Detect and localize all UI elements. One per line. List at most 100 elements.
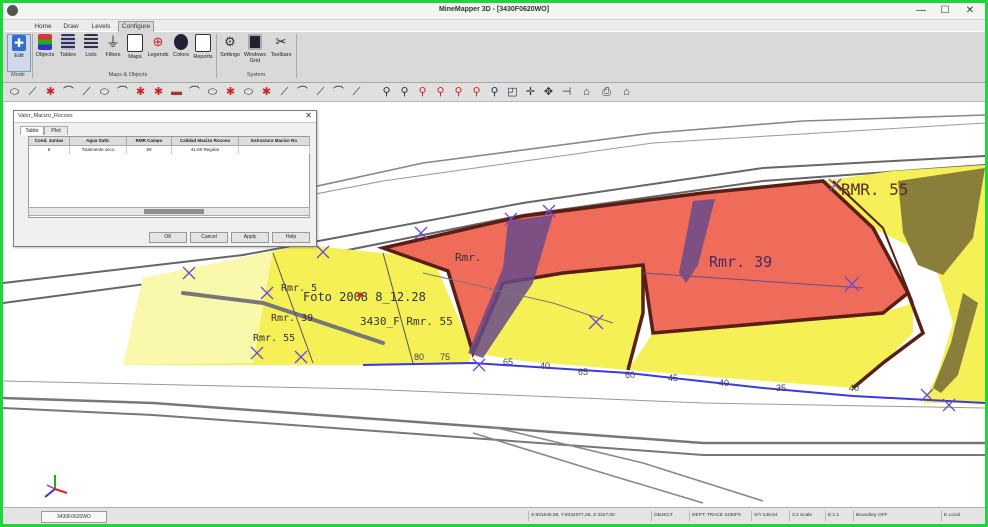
tab-plot[interactable]: Plot xyxy=(44,126,68,135)
cancel-button[interactable]: Cancel xyxy=(190,232,228,243)
objects-icon xyxy=(38,34,52,50)
help-button[interactable]: Help xyxy=(272,232,310,243)
group-maps-objects-label: Maps & Objects xyxy=(108,72,148,78)
reports-button[interactable]: Reports xyxy=(192,34,214,70)
objects-label: Objects xyxy=(35,52,55,58)
status-boundary: Boundary OFF xyxy=(853,511,906,521)
zoom-out-icon[interactable]: ⚲ xyxy=(397,85,412,99)
windows-grid-button[interactable]: Windows Grid xyxy=(243,34,267,70)
tables-button[interactable]: Tables xyxy=(58,34,78,70)
objects-button[interactable]: Objects xyxy=(35,34,55,70)
group-system-label: System xyxy=(246,72,266,78)
menu-bar: Home Draw Levels Configure xyxy=(3,20,985,32)
select-icon[interactable]: ◰ xyxy=(505,85,520,99)
apply-button[interactable]: Apply xyxy=(231,232,269,243)
tab-table[interactable]: Table xyxy=(20,126,44,135)
scrollbar-thumb[interactable] xyxy=(144,209,204,214)
star-icon[interactable]: ✱ xyxy=(133,85,148,99)
move-icon[interactable]: ✛ xyxy=(523,85,538,99)
windows-grid-icon xyxy=(248,34,262,50)
arc-icon[interactable]: ⌒ xyxy=(61,85,76,99)
colors-button[interactable]: Colors xyxy=(171,34,191,70)
zoom-window-icon[interactable]: ⚲ xyxy=(415,85,430,99)
column-header: RMR Campo xyxy=(127,137,172,146)
group-mode-label: Mode xyxy=(11,72,25,78)
minimize-button[interactable]: — xyxy=(909,4,933,17)
outline-line xyxy=(472,432,704,504)
polyline-icon[interactable]: ⟋ xyxy=(79,85,94,99)
pan-icon[interactable]: ✥ xyxy=(541,85,556,99)
curve-icon[interactable]: ⌒ xyxy=(115,85,130,99)
maps-button[interactable]: Maps xyxy=(125,34,145,70)
ellipse-icon[interactable]: ⬭ xyxy=(97,85,112,99)
marker-icon[interactable]: ✱ xyxy=(151,85,166,99)
zoom-scale-icon[interactable]: ⚲ xyxy=(487,85,502,99)
print-icon[interactable]: ⎙ xyxy=(599,85,614,99)
horizontal-scrollbar[interactable] xyxy=(28,207,310,216)
dip-value: 75 xyxy=(440,352,450,362)
dip-value: 40 xyxy=(849,383,859,393)
dip-value: 65 xyxy=(503,357,513,367)
status-mode: OBJECT xyxy=(651,511,690,521)
table-cell[interactable]: 6 xyxy=(29,146,70,154)
zoom-in-icon[interactable]: ⚲ xyxy=(379,85,394,99)
point-icon[interactable]: ✱ xyxy=(43,85,58,99)
reports-label: Reports xyxy=(193,54,213,60)
ribbon: ✚ Edit Mode Objects Tables Lists ⏚ Filte… xyxy=(3,32,985,83)
table-cell[interactable]: Totalmente seco xyxy=(70,146,127,154)
tab-configure[interactable]: Configure xyxy=(118,21,154,32)
map-label: Rmr. 39 xyxy=(709,253,772,271)
table-cell[interactable] xyxy=(239,146,310,154)
spline-icon[interactable]: ⟋ xyxy=(277,85,292,99)
tables-icon xyxy=(61,34,75,50)
settings-label: Settings xyxy=(220,52,240,58)
table-cell[interactable]: 41-60 Regular xyxy=(172,146,239,154)
spline-icon[interactable]: ⟋ xyxy=(349,85,364,99)
legends-icon: ⊕ xyxy=(152,34,164,49)
zoom-previous-icon[interactable]: ⚲ xyxy=(451,85,466,99)
table-cell[interactable]: 50 xyxy=(127,146,172,154)
measure-icon[interactable]: ⊣ xyxy=(559,85,574,99)
close-button[interactable]: ✕ xyxy=(958,4,982,17)
ellipse-icon[interactable]: ⬭ xyxy=(205,85,220,99)
ellipse-icon[interactable]: ⬭ xyxy=(241,85,256,99)
dialog-title: Valor_Macizo_Rocoso xyxy=(18,113,73,119)
dip-value: 80 xyxy=(414,352,424,362)
column-header: Cond. Juntas xyxy=(29,137,70,146)
maximize-button[interactable]: ☐ xyxy=(933,4,957,17)
toolbars-button[interactable]: ✂ Toolbars xyxy=(269,34,293,70)
filters-label: Filters xyxy=(105,52,121,58)
point-icon[interactable]: ✱ xyxy=(223,85,238,99)
zoom-extents-icon[interactable]: ⚲ xyxy=(433,85,448,99)
map-label: Rmr. 39 xyxy=(271,313,313,324)
line-icon[interactable]: ⟋ xyxy=(25,85,40,99)
legends-button[interactable]: ⊕ Legends xyxy=(147,34,169,70)
ellipse-icon[interactable]: ⬭ xyxy=(7,85,22,99)
rectangle-icon[interactable]: ▬ xyxy=(169,85,184,99)
document-tab[interactable]: 3430F0620WO xyxy=(41,511,107,523)
attribute-grid: Cond. Juntas Agua Subt. RMR Campo Calida… xyxy=(28,136,310,218)
lists-button[interactable]: Lists xyxy=(81,34,101,70)
map-label: Rmr. xyxy=(455,251,482,264)
filters-button[interactable]: ⏚ Filters xyxy=(103,34,123,70)
polyline-icon[interactable]: ⟋ xyxy=(313,85,328,99)
attribute-dialog: Valor_Macizo_Rocoso ✕ Table Plot Cond. J… xyxy=(13,110,317,247)
zoom-all-icon[interactable]: ⚲ xyxy=(469,85,484,99)
arc-icon[interactable]: ⌒ xyxy=(187,85,202,99)
station-marker xyxy=(414,226,428,240)
lock-icon[interactable]: ⌂ xyxy=(619,85,634,99)
reports-icon xyxy=(195,34,211,52)
column-header: Estructura Macizo Ro xyxy=(239,137,310,146)
status-scale: 3:1 Scale xyxy=(789,511,826,521)
camera-icon[interactable]: ⌂ xyxy=(579,85,594,99)
dialog-close-button[interactable]: ✕ xyxy=(305,111,312,120)
ok-button[interactable]: OK xyxy=(149,232,187,243)
curve-icon[interactable]: ⌒ xyxy=(295,85,310,99)
hatched-area xyxy=(123,251,273,365)
dip-value: 35 xyxy=(776,383,786,393)
dialog-title-bar[interactable]: Valor_Macizo_Rocoso ✕ xyxy=(14,111,316,123)
point-icon[interactable]: ✱ xyxy=(259,85,274,99)
edit-mode-button[interactable]: ✚ Edit xyxy=(7,34,31,72)
settings-button[interactable]: ⚙ Settings xyxy=(219,34,241,70)
arc-icon[interactable]: ⌒ xyxy=(331,85,346,99)
